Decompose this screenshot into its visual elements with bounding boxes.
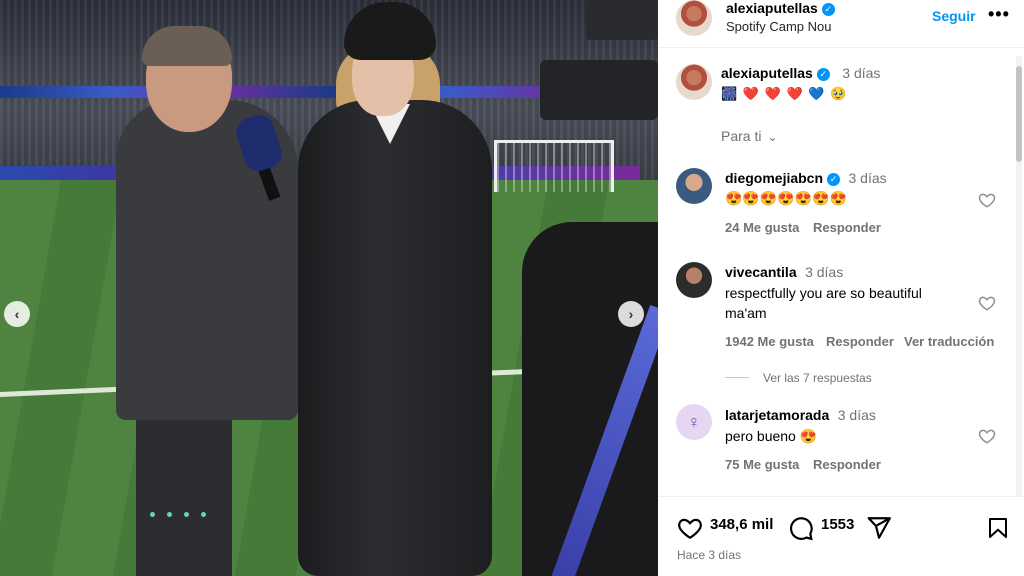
post-username[interactable]: alexiaputellas xyxy=(726,0,818,16)
post-location[interactable]: Spotify Camp Nou xyxy=(726,19,832,34)
comment-time[interactable]: 3 días xyxy=(838,407,876,423)
avatar[interactable]: ♀ xyxy=(676,404,712,440)
follow-button[interactable]: Seguir xyxy=(932,8,976,24)
reply-button[interactable]: Responder xyxy=(813,220,881,235)
comment-time[interactable]: 3 días xyxy=(805,264,843,280)
reply-button[interactable]: Responder xyxy=(826,334,894,349)
reporter-legs xyxy=(136,400,232,576)
comment-username[interactable]: latarjetamorada xyxy=(725,407,829,423)
avatar[interactable] xyxy=(676,168,712,204)
replies-divider xyxy=(725,377,749,378)
reply-button[interactable]: Responder xyxy=(813,457,881,472)
heart-icon[interactable] xyxy=(677,515,703,541)
comment-header: latarjetamorada 3 días xyxy=(725,407,876,425)
heart-icon[interactable] xyxy=(978,427,996,445)
comment-likes[interactable]: 1942 Me gusta xyxy=(725,334,814,349)
post-date[interactable]: Hace 3 días xyxy=(677,548,741,562)
comment-text: respectfully you are so beautiful ma'am xyxy=(725,285,922,321)
verified-icon: ✓ xyxy=(816,68,830,81)
carousel-dots xyxy=(150,512,206,517)
reporter-hair xyxy=(142,26,232,66)
comment-header: vivecantila 3 días xyxy=(725,264,843,282)
avatar[interactable] xyxy=(676,0,712,36)
comment-username[interactable]: diegomejiabcn xyxy=(725,170,823,186)
player-leather-coat xyxy=(298,100,492,576)
avatar[interactable] xyxy=(676,262,712,298)
post-panel: alexiaputellas ✓ Spotify Camp Nou Seguir … xyxy=(658,0,1024,576)
caption-username[interactable]: alexiaputellas xyxy=(721,65,813,81)
chevron-right-icon[interactable]: › xyxy=(618,301,644,327)
comment-likes[interactable]: 75 Me gusta xyxy=(725,457,799,472)
chevron-left-icon[interactable]: ‹ xyxy=(4,301,30,327)
comment-likes[interactable]: 24 Me gusta xyxy=(725,220,799,235)
more-options-icon[interactable]: ••• xyxy=(988,4,1010,25)
bookmark-icon[interactable] xyxy=(986,515,1012,541)
scrollbar-thumb[interactable] xyxy=(1016,66,1022,162)
led-banner xyxy=(0,86,560,98)
likes-count[interactable]: 348,6 mil xyxy=(710,516,773,533)
caption-text: 🎆 ❤️ ❤️ ❤️ 💙 🥹 xyxy=(721,86,848,101)
comment-time[interactable]: 3 días xyxy=(848,170,886,186)
comment-header: diegomejiabcn ✓ 3 días xyxy=(725,170,887,188)
share-icon[interactable] xyxy=(866,515,892,541)
comment-text: pero bueno 😍 xyxy=(725,428,818,444)
verified-icon: ✓ xyxy=(821,3,835,16)
sort-dropdown[interactable]: Para ti ⌄ xyxy=(721,128,777,144)
post-header: alexiaputellas ✓ Spotify Camp Nou Seguir … xyxy=(658,0,1024,48)
camera-top xyxy=(586,0,658,40)
translate-button[interactable]: Ver traducción xyxy=(904,334,994,349)
heart-icon[interactable] xyxy=(978,294,996,312)
avatar[interactable] xyxy=(676,64,712,100)
heart-icon[interactable] xyxy=(978,191,996,209)
verified-icon: ✓ xyxy=(827,173,841,186)
comment-text: 😍😍😍😍😍😍😍 xyxy=(725,190,848,206)
chevron-down-icon: ⌄ xyxy=(767,130,778,144)
caption-time[interactable]: 3 días xyxy=(842,65,880,81)
sort-label: Para ti xyxy=(721,128,762,144)
comment-icon[interactable] xyxy=(788,515,814,541)
tv-camera xyxy=(540,60,658,120)
comment-username[interactable]: vivecantila xyxy=(725,264,797,280)
comments-count[interactable]: 1553 xyxy=(821,516,854,533)
post-photo[interactable]: ‹ › xyxy=(0,0,658,576)
goal-net xyxy=(494,140,614,192)
post-actions: 348,6 mil 1553 Hace 3 días xyxy=(658,496,1024,576)
view-replies-button[interactable]: Ver las 7 respuestas xyxy=(763,371,872,385)
